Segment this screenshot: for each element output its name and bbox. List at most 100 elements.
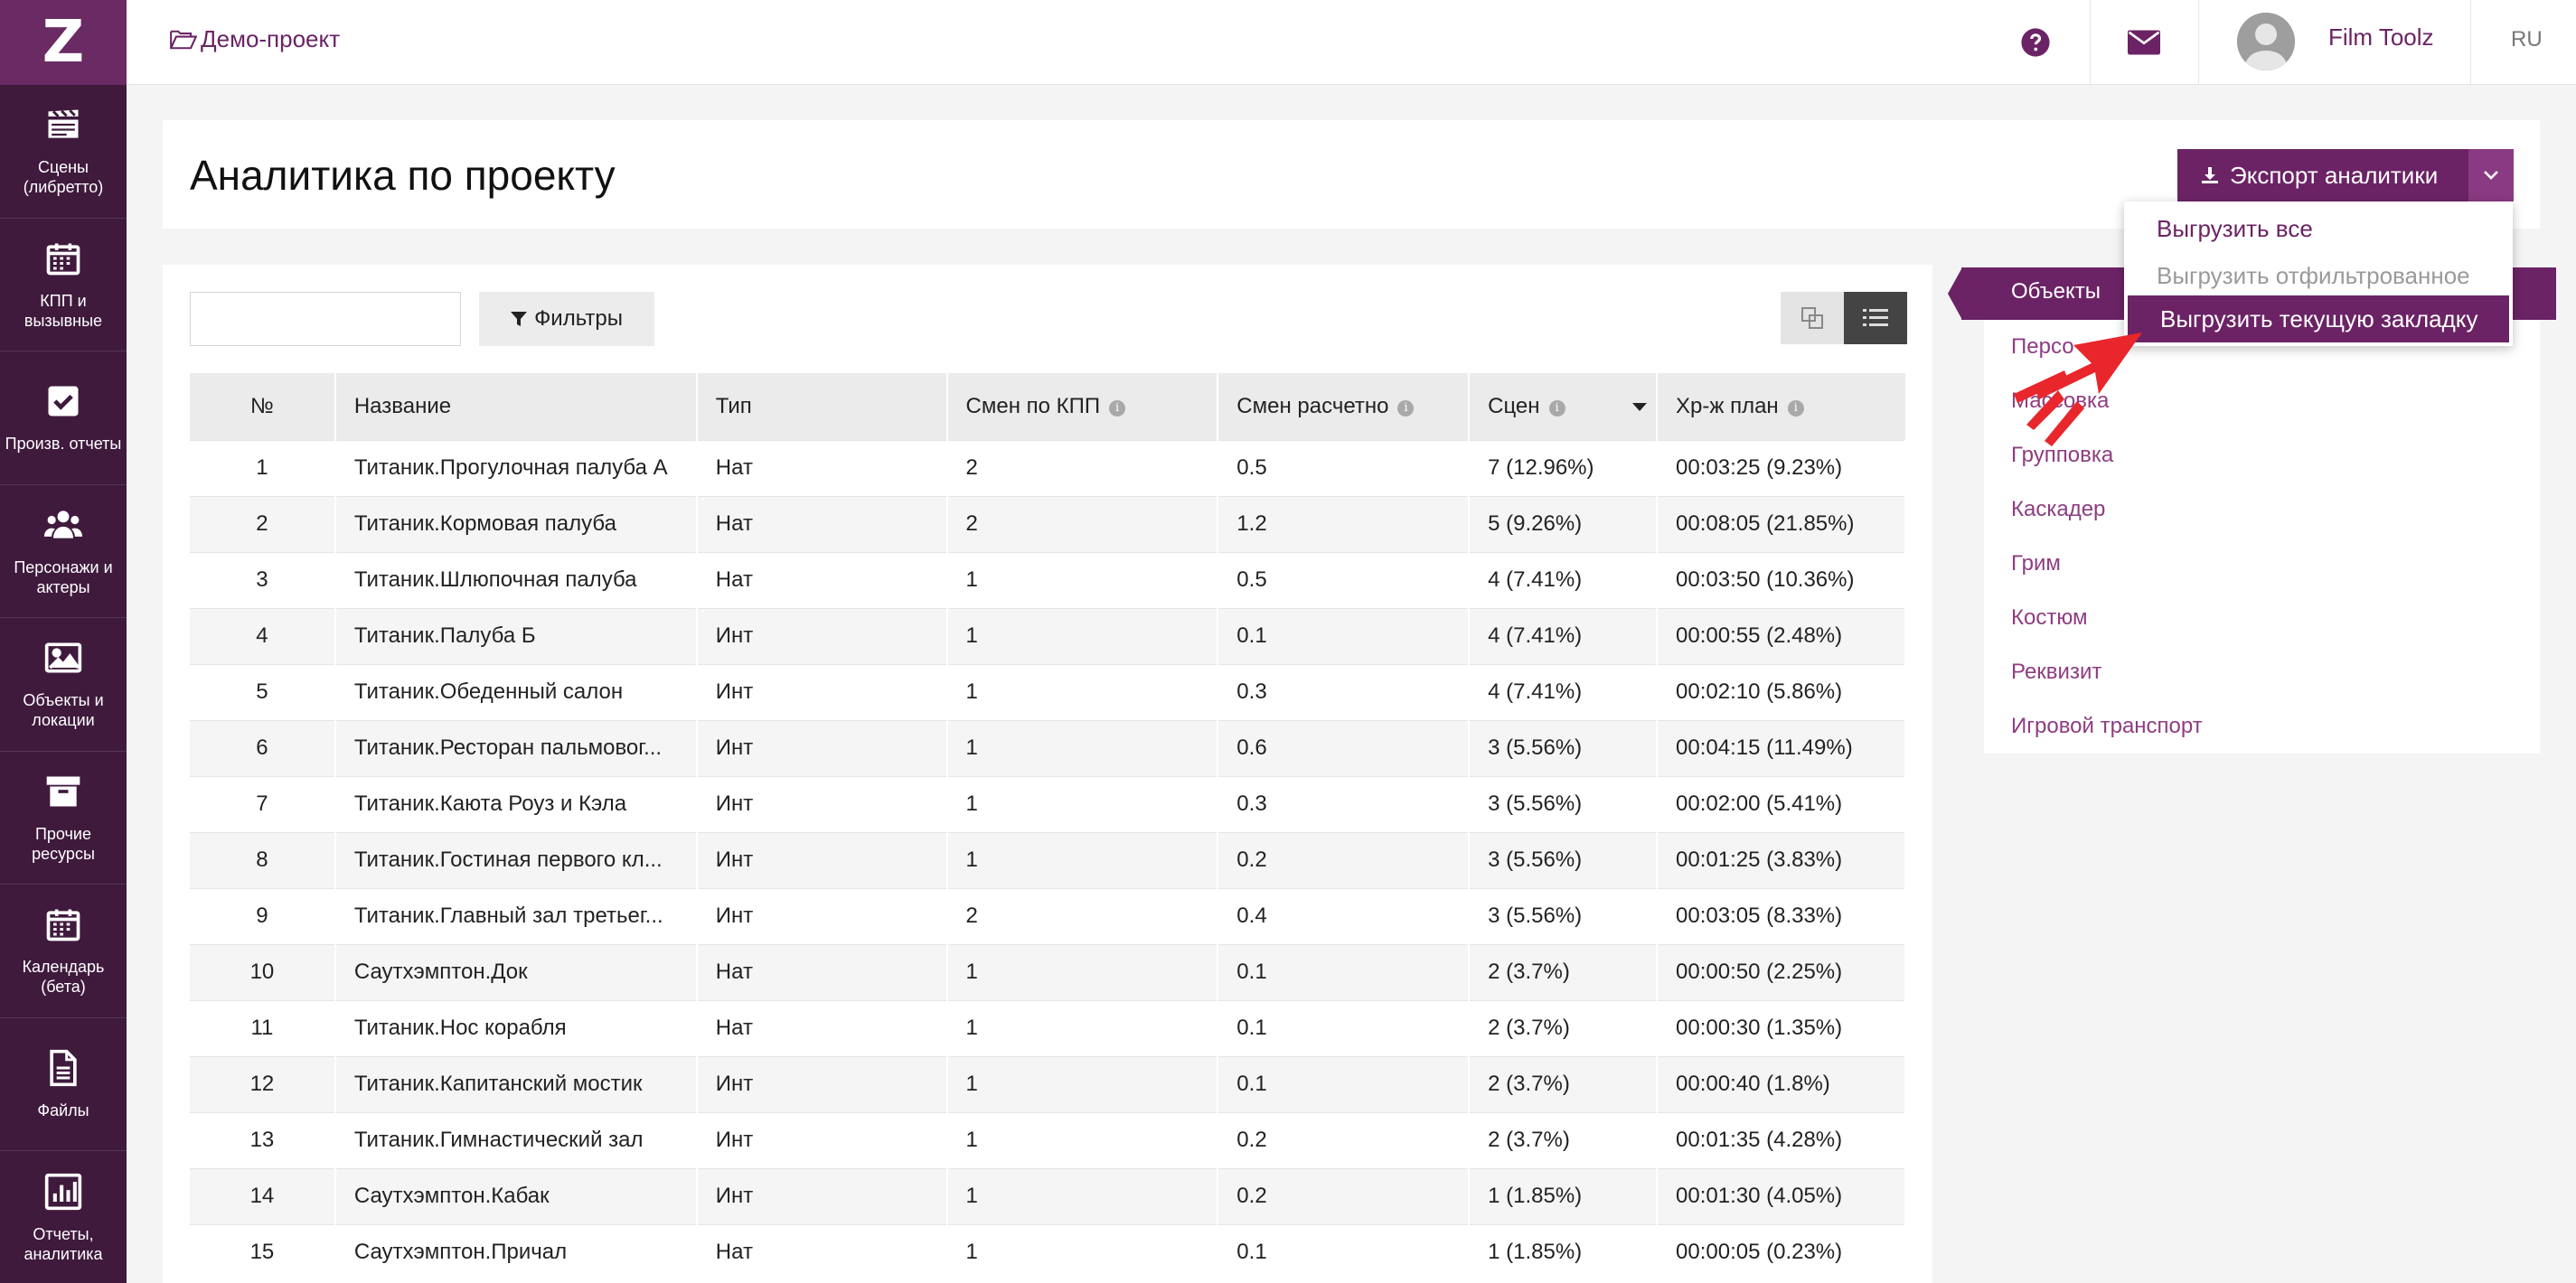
column-header-label: Сцен xyxy=(1488,393,1540,418)
table-cell: 1 xyxy=(946,831,1219,888)
table-cell: 8 xyxy=(190,831,336,888)
table-row[interactable]: 9 Титаник.Главный зал третьег... Инт 2 0.4 3 … xyxy=(190,887,1906,944)
sidebar-item-characters[interactable]: Персонажи и актеры xyxy=(0,485,127,618)
sidebar-item-label: Прочие ресурсы xyxy=(32,824,95,863)
table-row[interactable]: 15 Саутхэмптон.Причал Нат 1 0.1 1 (1.85%) 00:0… xyxy=(190,1223,1906,1280)
tab-item[interactable]: Игровой транспорт xyxy=(2011,714,2203,739)
table-row[interactable]: 5 Титаник.Обеденный салон Инт 1 0.3 4 (7.41%)… xyxy=(190,663,1906,720)
table-row[interactable]: 12 Титаник.Капитанский мостик Инт 1 0.1 2 (3.… xyxy=(190,1055,1906,1112)
divider xyxy=(2198,0,2199,85)
table-cell: 7 xyxy=(190,775,336,832)
column-header[interactable]: № xyxy=(190,373,336,440)
table-cell: 00:02:10 (5.86%) xyxy=(1657,663,1906,720)
sidebar-item-kpp[interactable]: КПП и вызывные xyxy=(0,219,127,351)
table-cell: Инт xyxy=(696,1055,948,1112)
info-icon[interactable]: i xyxy=(1109,399,1126,417)
export-analytics-button[interactable]: Экспорт аналитики xyxy=(2177,149,2469,201)
info-icon[interactable]: i xyxy=(1787,399,1804,417)
avatar[interactable] xyxy=(2237,13,2295,70)
column-header-label: № xyxy=(250,393,274,418)
table-row[interactable]: 1 Титаник.Прогулочная палуба А Нат 2 0.5 7 (1… xyxy=(190,439,1906,496)
table-cell: 00:01:25 (3.83%) xyxy=(1657,831,1906,888)
table-cell: 13 xyxy=(190,1111,336,1168)
table-cell: 00:02:00 (5.41%) xyxy=(1657,775,1906,832)
table-cell: 7 (12.96%) xyxy=(1469,439,1659,496)
table-body: 1 Титаник.Прогулочная палуба А Нат 2 0.5 7 (1… xyxy=(190,439,1906,1280)
sort-desc-icon[interactable] xyxy=(1632,403,1648,411)
export-all-option[interactable]: Выгрузить все xyxy=(2124,205,2513,252)
table-row[interactable]: 13 Титаник.Гимнастический зал Инт 1 0.2 2 (3.… xyxy=(190,1111,1906,1168)
table-cell: Инт xyxy=(696,663,948,720)
column-header[interactable]: Хр-ж план i xyxy=(1657,373,1905,440)
sidebar-item-label: Сцены (либретто) xyxy=(23,158,104,197)
column-header[interactable]: Смен по КПП i xyxy=(946,373,1219,440)
table-cell: 00:01:30 (4.05%) xyxy=(1657,1167,1906,1224)
sidebar-item-scenes[interactable]: Сцены (либретто) xyxy=(0,85,127,219)
table-row[interactable]: 14 Саутхэмптон.Кабак Инт 1 0.2 1 (1.85%) 00:01… xyxy=(190,1167,1906,1224)
sidebar-item-analytics[interactable]: Отчеты, аналитика xyxy=(0,1151,127,1283)
envelope-icon xyxy=(2128,30,2160,55)
export-filtered-option[interactable]: Выгрузить отфильтрованное xyxy=(2124,252,2513,299)
column-header[interactable]: Смен расчетно i xyxy=(1217,373,1471,440)
sidebar-item-reports[interactable]: Произв. отчеты xyxy=(0,351,127,485)
project-link[interactable]: Демо-проект xyxy=(170,25,340,53)
table-cell: 2 (3.7%) xyxy=(1469,999,1659,1056)
table-cell: 0.3 xyxy=(1217,775,1471,832)
user-silhouette-icon xyxy=(2237,13,2295,70)
logo-mark: Z xyxy=(42,9,85,76)
table-cell: 4 xyxy=(190,607,336,664)
table-cell: 0.1 xyxy=(1217,607,1471,664)
table-row[interactable]: 2 Титаник.Кормовая палуба Нат 2 1.2 5 (9.26%)… xyxy=(190,495,1906,552)
table-cell: 0.1 xyxy=(1217,943,1471,1000)
tab-item[interactable]: Грим xyxy=(2011,551,2061,576)
view-list-button[interactable] xyxy=(1844,292,1907,344)
table-row[interactable]: 8 Титаник.Гостиная первого кл... Инт 1 0.2 3 … xyxy=(190,831,1906,888)
tab-item[interactable]: Реквизит xyxy=(2011,660,2101,685)
sidebar-item-locations[interactable]: Объекты и локации xyxy=(0,618,127,752)
search-input[interactable] xyxy=(211,307,471,331)
table-cell: Инт xyxy=(696,607,948,664)
tab-item[interactable]: Костюм xyxy=(2011,605,2088,631)
sidebar-item-calendar[interactable]: Календарь (бета) xyxy=(0,885,127,1018)
table-row[interactable]: 3 Титаник.Шлюпочная палуба Нат 1 0.5 4 (7.41%… xyxy=(190,551,1906,608)
table-row[interactable]: 10 Саутхэмптон.Док Нат 1 0.1 2 (3.7%) 00:00:50… xyxy=(190,943,1906,1000)
help-button[interactable] xyxy=(2008,0,2063,85)
download-icon xyxy=(2202,167,2218,183)
table-row[interactable]: 6 Титаник.Ресторан пальмовог... Инт 1 0.6 3 (… xyxy=(190,719,1906,776)
view-grouped-button[interactable] xyxy=(1781,292,1844,344)
export-dropdown-toggle[interactable] xyxy=(2468,149,2514,201)
language-switch[interactable]: RU xyxy=(2511,27,2543,52)
table-cell: 15 xyxy=(190,1223,336,1280)
table-row[interactable]: 4 Титаник.Палуба Б Инт 1 0.1 4 (7.41%) 00:00:5… xyxy=(190,607,1906,664)
table-cell: 2 xyxy=(946,887,1219,944)
pointer-arrow-icon xyxy=(2014,332,2142,446)
export-current-tab-option[interactable]: Выгрузить текущую закладку xyxy=(2128,295,2509,342)
table-cell: Инт xyxy=(696,1167,948,1224)
table-cell: 0.1 xyxy=(1217,1223,1471,1280)
tab-item[interactable]: Каскадер xyxy=(2011,497,2105,522)
search-box[interactable] xyxy=(190,292,471,346)
table-row[interactable]: 7 Титаник.Каюта Роуз и Кэла Инт 1 0.3 3 (5.56… xyxy=(190,775,1906,832)
tab-objects-label[interactable]: Объекты xyxy=(2011,279,2101,304)
filters-button[interactable]: Фильтры xyxy=(479,292,654,346)
table-row[interactable]: 11 Титаник.Нос корабля Нат 1 0.1 2 (3.7%) 00:0… xyxy=(190,999,1906,1056)
table-cell: 2 (3.7%) xyxy=(1469,1111,1659,1168)
user-name[interactable]: Film Toolz xyxy=(2328,23,2434,52)
table-cell: Саутхэмптон.Кабак xyxy=(334,1167,698,1224)
table-cell: 1 xyxy=(946,775,1219,832)
messages-button[interactable] xyxy=(2117,0,2171,85)
calendar-icon xyxy=(46,909,80,941)
sidebar-item-resources[interactable]: Прочие ресурсы xyxy=(0,752,127,885)
sidebar-item-label: Файлы xyxy=(37,1100,89,1119)
app-logo[interactable]: Z xyxy=(0,0,127,85)
info-icon[interactable]: i xyxy=(1548,399,1565,417)
sidebar-item-files[interactable]: Файлы xyxy=(0,1018,127,1151)
column-header[interactable]: Сцен i xyxy=(1469,373,1659,440)
table-cell: 0.4 xyxy=(1217,887,1471,944)
info-icon[interactable]: i xyxy=(1397,399,1415,417)
table-cell: Титаник.Шлюпочная палуба xyxy=(334,551,698,608)
table-cell: Титаник.Главный зал третьег... xyxy=(334,887,698,944)
column-header[interactable]: Тип xyxy=(696,373,948,440)
table-cell: 14 xyxy=(190,1167,336,1224)
column-header[interactable]: Название xyxy=(334,373,698,440)
